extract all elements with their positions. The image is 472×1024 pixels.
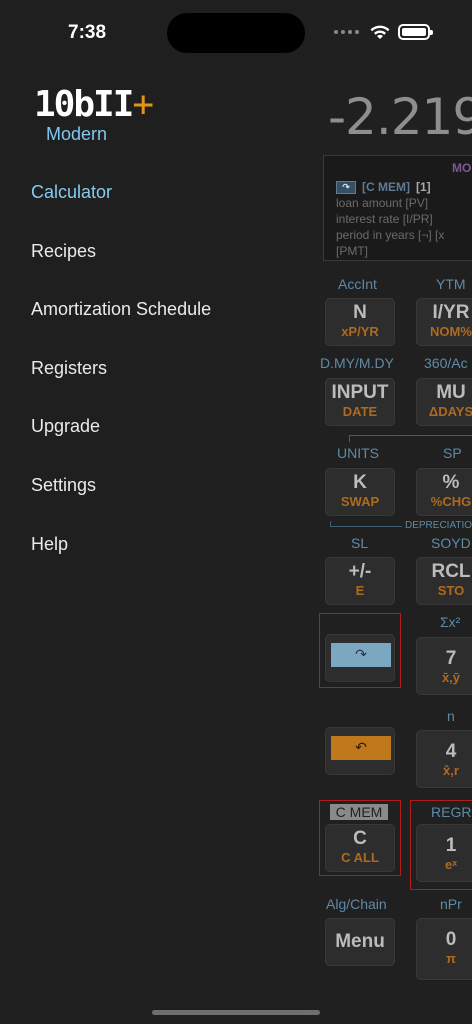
depreciation-tick bbox=[330, 521, 331, 527]
bracket-line bbox=[349, 435, 472, 436]
bracket-tick bbox=[349, 435, 350, 442]
key-input[interactable]: INPUT DATE bbox=[325, 378, 395, 426]
nav-item-recipes[interactable]: Recipes bbox=[31, 241, 96, 262]
menu-button-label: Menu bbox=[335, 931, 385, 952]
key-k-sub: SWAP bbox=[340, 494, 380, 509]
shift-indicator-icon: ↷ bbox=[336, 181, 356, 195]
key-orange-shift[interactable]: ↶ bbox=[325, 727, 395, 775]
key-n-sub: xP/YR bbox=[341, 324, 379, 339]
key-percent-sub: %CHG bbox=[430, 494, 472, 509]
key-iyr-main: I/YR bbox=[432, 302, 470, 323]
nav-item-calculator[interactable]: Calculator bbox=[31, 182, 112, 203]
wifi-icon bbox=[370, 25, 390, 39]
label-sumx2: Σx² bbox=[440, 614, 461, 630]
label-dmy: D.MY/M.DY bbox=[320, 355, 394, 371]
lcd-header-value: [1] bbox=[416, 180, 431, 194]
key-n-main: N bbox=[353, 302, 367, 323]
key-input-main: INPUT bbox=[331, 382, 389, 403]
key-plusminus[interactable]: +/- E bbox=[325, 557, 395, 605]
key-plusminus-sub: E bbox=[355, 583, 365, 598]
nav-item-registers[interactable]: Registers bbox=[31, 358, 107, 379]
key-mu-sub: ΔDAYS bbox=[428, 404, 472, 419]
key-4[interactable]: 4 x̂,r bbox=[416, 730, 472, 788]
key-iyr[interactable]: I/YR NOM% bbox=[416, 298, 472, 346]
label-cmem: C MEM bbox=[330, 804, 388, 820]
status-icons bbox=[334, 20, 391, 44]
status-time: 7:38 bbox=[68, 22, 107, 43]
key-7-main: 7 bbox=[445, 648, 457, 669]
key-blue-shift[interactable]: ↷ bbox=[325, 634, 395, 682]
label-ytm: YTM bbox=[436, 276, 466, 292]
app-logo-text: 10bII bbox=[34, 84, 134, 125]
label-npr: nPr bbox=[440, 896, 462, 912]
label-sp: SP bbox=[443, 445, 462, 461]
label-depreciation: DEPRECIATION bbox=[405, 520, 472, 531]
battery-icon bbox=[398, 24, 433, 40]
key-7-sub: x̄,ȳ bbox=[441, 670, 461, 685]
key-7[interactable]: 7 x̄,ȳ bbox=[416, 637, 472, 695]
key-c[interactable]: C C ALL bbox=[325, 824, 395, 872]
label-sl: SL bbox=[351, 535, 369, 551]
side-menu: 7:38 10bII+ Modern Calculator Recipes Am… bbox=[0, 0, 307, 1024]
lcd-line: [PMT] bbox=[336, 244, 368, 258]
lcd-line: period in years [¬] [x bbox=[336, 228, 445, 242]
dynamic-island bbox=[167, 13, 305, 53]
nav-item-help[interactable]: Help bbox=[31, 534, 68, 555]
app-logo-subtitle: Modern bbox=[46, 124, 108, 144]
lcd-panel: MO ↷ [C MEM] [1] loan amount [PV] interest… bbox=[323, 155, 472, 261]
key-4-main: 4 bbox=[445, 741, 457, 762]
key-plusminus-main: +/- bbox=[348, 561, 372, 582]
key-c-sub: C ALL bbox=[341, 850, 379, 865]
label-n: n bbox=[447, 708, 455, 724]
label-regr: REGR bbox=[431, 804, 472, 820]
lcd-mode: MO bbox=[452, 161, 472, 175]
key-1-main: 1 bbox=[445, 835, 457, 856]
depreciation-line bbox=[330, 526, 402, 527]
blue-shift-icon: ↷ bbox=[331, 643, 391, 667]
key-percent-main: % bbox=[442, 472, 460, 493]
lcd-header: [C MEM] bbox=[362, 180, 410, 194]
lcd-line: interest rate [I/PR] bbox=[336, 212, 433, 226]
key-rcl-main: RCL bbox=[431, 561, 471, 582]
key-1-sub: eˣ bbox=[445, 857, 457, 872]
label-soyd: SOYD bbox=[431, 535, 471, 551]
orange-shift-icon: ↶ bbox=[331, 736, 391, 760]
home-indicator[interactable] bbox=[152, 1010, 320, 1015]
key-1[interactable]: 1 eˣ bbox=[416, 824, 472, 882]
label-algchain: Alg/Chain bbox=[326, 896, 387, 912]
nav-item-settings[interactable]: Settings bbox=[31, 475, 96, 496]
calculator-display: -2.219 bbox=[328, 88, 472, 146]
key-input-sub: DATE bbox=[342, 404, 378, 419]
app-logo: 10bII+ bbox=[34, 84, 154, 125]
key-0-sub: π bbox=[446, 951, 456, 966]
key-mu-main: MU bbox=[436, 382, 466, 403]
label-units: UNITS bbox=[337, 445, 379, 461]
key-0[interactable]: 0 π bbox=[416, 918, 472, 980]
nav-item-upgrade[interactable]: Upgrade bbox=[31, 416, 100, 437]
key-0-main: 0 bbox=[445, 929, 457, 950]
lcd-line: loan amount [PV] bbox=[336, 196, 429, 210]
label-accint: AccInt bbox=[338, 276, 377, 292]
label-360ac: 360/Ac bbox=[424, 355, 468, 371]
key-percent[interactable]: % %CHG bbox=[416, 468, 472, 516]
nav-item-amortization-schedule[interactable]: Amortization Schedule bbox=[31, 299, 211, 320]
key-rcl-sub: STO bbox=[437, 583, 465, 598]
key-4-sub: x̂,r bbox=[443, 763, 459, 778]
cellular-signal-icon bbox=[334, 30, 359, 34]
key-rcl[interactable]: RCL STO bbox=[416, 557, 472, 605]
menu-button[interactable]: Menu bbox=[325, 918, 395, 966]
key-k[interactable]: K SWAP bbox=[325, 468, 395, 516]
key-c-main: C bbox=[353, 828, 367, 849]
app-logo-plus: + bbox=[132, 84, 154, 125]
key-iyr-sub: NOM% bbox=[430, 324, 472, 339]
key-k-main: K bbox=[353, 472, 367, 493]
key-mu[interactable]: MU ΔDAYS bbox=[416, 378, 472, 426]
key-n[interactable]: N xP/YR bbox=[325, 298, 395, 346]
